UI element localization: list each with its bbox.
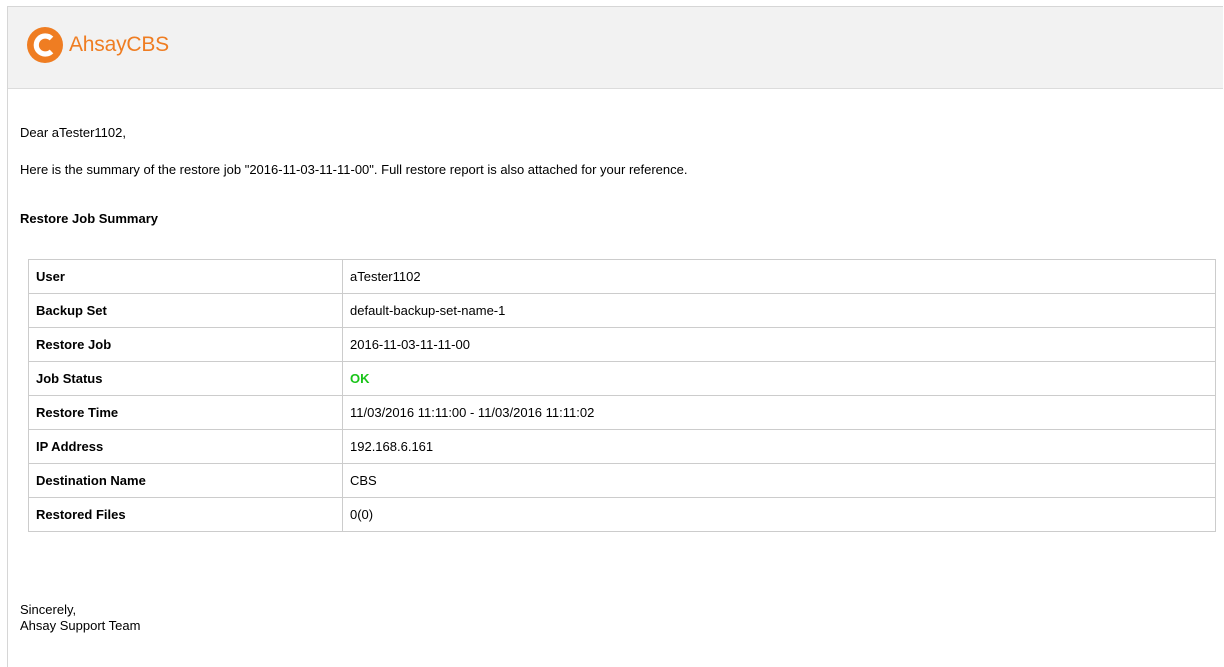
greeting: Dear aTester1102,: [20, 125, 126, 140]
table-row: Job Status OK: [28, 361, 1216, 396]
section-title: Restore Job Summary: [20, 211, 158, 226]
row-value-restore-job: 2016-11-03-11-11-00: [342, 327, 1216, 362]
row-label-restored-files: Restored Files: [28, 497, 343, 532]
table-row: Restore Time 11/03/2016 11:11:00 - 11/03…: [28, 395, 1216, 430]
row-value-ip-address: 192.168.6.161: [342, 429, 1216, 464]
table-row: Restored Files 0(0): [28, 497, 1216, 532]
row-value-user: aTester1102: [342, 259, 1216, 294]
restore-summary-table: User aTester1102 Backup Set default-back…: [28, 259, 1216, 532]
row-label-backup-set: Backup Set: [28, 293, 343, 328]
signoff-signature: Ahsay Support Team: [20, 618, 141, 633]
row-label-restore-job: Restore Job: [28, 327, 343, 362]
row-label-destination-name: Destination Name: [28, 463, 343, 498]
row-label-ip-address: IP Address: [28, 429, 343, 464]
signoff: Sincerely, Ahsay Support Team: [20, 602, 140, 634]
email-header: AhsayCBS: [8, 7, 1223, 89]
table-row: Restore Job 2016-11-03-11-11-00: [28, 327, 1216, 362]
brand-name: AhsayCBS: [69, 33, 169, 56]
job-status-badge: OK: [342, 361, 1216, 396]
row-value-restored-files: 0(0): [342, 497, 1216, 532]
row-label-job-status: Job Status: [28, 361, 343, 396]
row-label-user: User: [28, 259, 343, 294]
ahsay-logo-icon: [27, 27, 63, 63]
intro-text: Here is the summary of the restore job "…: [20, 162, 688, 177]
row-label-restore-time: Restore Time: [28, 395, 343, 430]
signoff-closing: Sincerely,: [20, 602, 77, 617]
row-value-backup-set: default-backup-set-name-1: [342, 293, 1216, 328]
row-value-restore-time: 11/03/2016 11:11:00 - 11/03/2016 11:11:0…: [342, 395, 1216, 430]
table-row: Backup Set default-backup-set-name-1: [28, 293, 1216, 328]
table-row: User aTester1102: [28, 259, 1216, 294]
brand-logo: AhsayCBS: [27, 27, 169, 63]
table-row: IP Address 192.168.6.161: [28, 429, 1216, 464]
email-body: AhsayCBS Dear aTester1102, Here is the s…: [7, 6, 1223, 667]
table-row: Destination Name CBS: [28, 463, 1216, 498]
row-value-destination-name: CBS: [342, 463, 1216, 498]
